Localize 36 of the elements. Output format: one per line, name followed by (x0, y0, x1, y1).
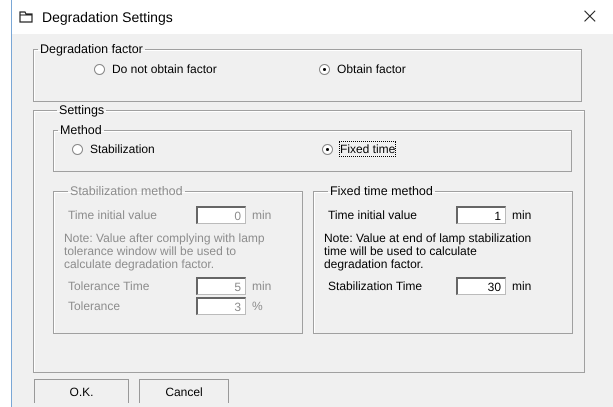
note-text: Note: Value after complying with lamp tolerance window will be used to calculate degradation factor. (64, 232, 266, 271)
radio-button[interactable] (322, 144, 333, 154)
unit-label: min (512, 208, 532, 222)
window-icon (19, 11, 33, 23)
group-label: Stabilization method (69, 184, 184, 198)
window-title: Degradation Settings (42, 9, 173, 25)
field-label: Time initial value (327, 208, 418, 222)
radio-label[interactable]: Fixed time (340, 142, 396, 156)
unit-label: min (252, 208, 272, 222)
input-field[interactable]: 1 (456, 206, 506, 224)
field-label: Tolerance Time (67, 279, 150, 293)
radio-label[interactable]: Do not obtain factor (112, 62, 217, 76)
group-label: Settings (58, 103, 106, 117)
radio-option[interactable]: Do not obtain factor (94, 62, 319, 76)
radio-button[interactable] (94, 64, 105, 74)
group-label: Fixed time method (329, 184, 434, 198)
radio-label[interactable]: Obtain factor (337, 62, 406, 76)
note-text: Note: Value at end of lamp stabilization time will be used to calculate degradation factor. (324, 232, 532, 271)
radio-button[interactable] (319, 64, 330, 74)
field-label: Time initial value (67, 208, 158, 222)
dialog-button[interactable]: Cancel (139, 379, 229, 403)
unit-label: min (252, 279, 272, 293)
dialog-button[interactable]: O.K. (34, 379, 129, 403)
close-button[interactable]: × (580, 6, 599, 28)
radio-option[interactable]: Fixed time (322, 142, 522, 156)
group-label: Method (59, 123, 103, 137)
unit-label: % (252, 299, 263, 313)
radio-option[interactable]: Stabilization (72, 142, 322, 156)
field-label: Stabilization Time (327, 279, 424, 293)
group-label: Degradation factor (39, 42, 144, 56)
field-label: Tolerance (67, 299, 122, 313)
radio-option[interactable]: Obtain factor (319, 62, 519, 76)
unit-label: min (512, 279, 532, 293)
radio-button[interactable] (72, 144, 83, 154)
input-field[interactable]: 30 (456, 277, 506, 295)
radio-label[interactable]: Stabilization (90, 142, 155, 156)
